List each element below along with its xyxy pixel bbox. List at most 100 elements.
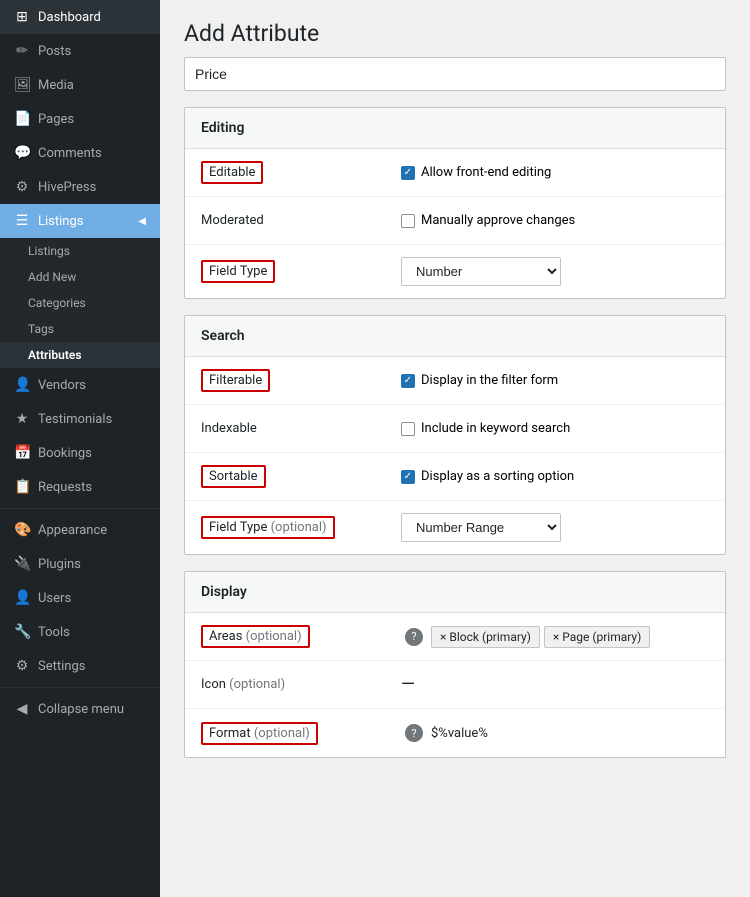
sidebar-item-settings[interactable]: ⚙ Settings [0,649,160,683]
attribute-name-input[interactable] [184,57,726,91]
search-section: Search Filterable ✓ Display in the filte… [184,315,726,555]
field-type-editing-select[interactable]: Number [401,257,561,286]
submenu-categories-label: Categories [28,296,86,310]
submenu-tags-label: Tags [28,322,54,336]
field-type-search-select[interactable]: Number Range [401,513,561,542]
plugins-icon: 🔌 [14,556,30,572]
control-format: ? $%value% [401,724,709,742]
sidebar-item-label: Users [38,591,71,606]
bookings-icon: 📅 [14,445,30,461]
appearance-icon: 🎨 [14,522,30,538]
sortable-label-text: Sortable [201,465,266,488]
sidebar-item-appearance[interactable]: 🎨 Appearance [0,513,160,547]
sidebar-item-pages[interactable]: 📄 Pages [0,102,160,136]
tag-block-primary[interactable]: × Block (primary) [431,626,540,648]
sidebar-item-media[interactable]: 🖼 Media [0,68,160,102]
listings-submenu: Listings Add New Categories Tags Attribu… [0,238,160,368]
control-indexable: Include in keyword search [401,421,709,436]
form-row-icon: Icon (optional) — [185,661,725,709]
areas-help-icon[interactable]: ? [405,628,423,646]
sidebar-item-label: Bookings [38,446,92,461]
field-type-editing-label-text: Field Type [201,260,275,283]
control-filterable: ✓ Display in the filter form [401,373,709,388]
dashboard-icon: ⊞ [14,9,30,25]
format-help-icon[interactable]: ? [405,724,423,742]
tag-page-primary-label: × Page (primary) [553,630,641,644]
sidebar-item-testimonials[interactable]: ★ Testimonials [0,402,160,436]
sidebar-item-tools[interactable]: 🔧 Tools [0,615,160,649]
tools-icon: 🔧 [14,624,30,640]
label-icon: Icon (optional) [201,677,401,692]
sidebar-item-hivepress[interactable]: ⚙ HivePress [0,170,160,204]
form-row-indexable: Indexable Include in keyword search [185,405,725,453]
page-header: Add Attribute [160,0,750,57]
sidebar-item-dashboard[interactable]: ⊞ Dashboard [0,0,160,34]
form-row-format: Format (optional) ? $%value% [185,709,725,757]
sidebar-item-label: Testimonials [38,412,112,427]
control-editable: ✓ Allow front-end editing [401,165,709,180]
filterable-checkbox[interactable]: ✓ [401,374,415,388]
form-row-filterable: Filterable ✓ Display in the filter form [185,357,725,405]
sortable-checkbox-wrap[interactable]: ✓ Display as a sorting option [401,469,574,484]
control-moderated: Manually approve changes [401,213,709,228]
label-areas: Areas (optional) [201,629,401,644]
hivepress-icon: ⚙ [14,179,30,195]
form-row-editable: Editable ✓ Allow front-end editing [185,149,725,197]
sidebar-submenu-attributes[interactable]: Attributes [0,342,160,368]
moderated-checkbox-wrap[interactable]: Manually approve changes [401,213,575,228]
sidebar-item-label: HivePress [38,180,96,195]
editable-checkbox[interactable]: ✓ [401,166,415,180]
main-content: Add Attribute Editing Editable ✓ Allow f… [160,0,750,897]
sidebar-submenu-categories[interactable]: Categories [0,290,160,316]
filterable-checkbox-wrap[interactable]: ✓ Display in the filter form [401,373,558,388]
search-section-title: Search [185,316,725,357]
indexable-checkbox[interactable] [401,422,415,436]
indexable-checkbox-wrap[interactable]: Include in keyword search [401,421,570,436]
submenu-attributes-label: Attributes [28,348,82,362]
editable-checkbox-wrap[interactable]: ✓ Allow front-end editing [401,165,551,180]
display-section: Display Areas (optional) ? × Block (prim… [184,571,726,758]
form-row-field-type-search: Field Type (optional) Number Range [185,501,725,554]
sortable-checkbox-label: Display as a sorting option [421,469,574,484]
sidebar-item-label: Pages [38,112,74,127]
label-format: Format (optional) [201,726,401,741]
indexable-label-text: Indexable [201,421,257,436]
label-editable: Editable [201,165,401,180]
form-row-moderated: Moderated Manually approve changes [185,197,725,245]
sidebar-item-requests[interactable]: 📋 Requests [0,470,160,504]
control-sortable: ✓ Display as a sorting option [401,469,709,484]
sidebar: ⊞ Dashboard ✏ Posts 🖼 Media 📄 Pages 💬 Co… [0,0,160,897]
filterable-checkbox-label: Display in the filter form [421,373,558,388]
sidebar-item-bookings[interactable]: 📅 Bookings [0,436,160,470]
sidebar-submenu-tags[interactable]: Tags [0,316,160,342]
sortable-checkbox[interactable]: ✓ [401,470,415,484]
sidebar-submenu-add-new[interactable]: Add New [0,264,160,290]
sidebar-item-label: Appearance [38,523,107,538]
sidebar-item-label: Vendors [38,378,86,393]
users-icon: 👤 [14,590,30,606]
sidebar-item-label: Dashboard [38,10,101,25]
sidebar-item-users[interactable]: 👤 Users [0,581,160,615]
sidebar-item-listings[interactable]: ☰ Listings ◀ [0,204,160,238]
vendors-icon: 👤 [14,377,30,393]
submenu-add-new-label: Add New [28,270,76,284]
sidebar-item-label: Listings [38,214,83,229]
sidebar-item-plugins[interactable]: 🔌 Plugins [0,547,160,581]
tag-page-primary[interactable]: × Page (primary) [544,626,650,648]
sidebar-item-vendors[interactable]: 👤 Vendors [0,368,160,402]
icon-dash-value: — [401,674,415,695]
sidebar-item-comments[interactable]: 💬 Comments [0,136,160,170]
chevron-icon: ◀ [138,216,146,227]
sidebar-item-collapse[interactable]: ◀ Collapse menu [0,692,160,726]
label-moderated: Moderated [201,213,401,228]
field-type-search-label-text: Field Type (optional) [201,516,335,539]
label-sortable: Sortable [201,469,401,484]
tag-block-primary-label: × Block (primary) [440,630,531,644]
sidebar-item-posts[interactable]: ✏ Posts [0,34,160,68]
moderated-checkbox[interactable] [401,214,415,228]
label-filterable: Filterable [201,373,401,388]
testimonials-icon: ★ [14,411,30,427]
settings-icon: ⚙ [14,658,30,674]
sidebar-submenu-listings[interactable]: Listings [0,238,160,264]
submenu-listings-label: Listings [28,244,70,258]
